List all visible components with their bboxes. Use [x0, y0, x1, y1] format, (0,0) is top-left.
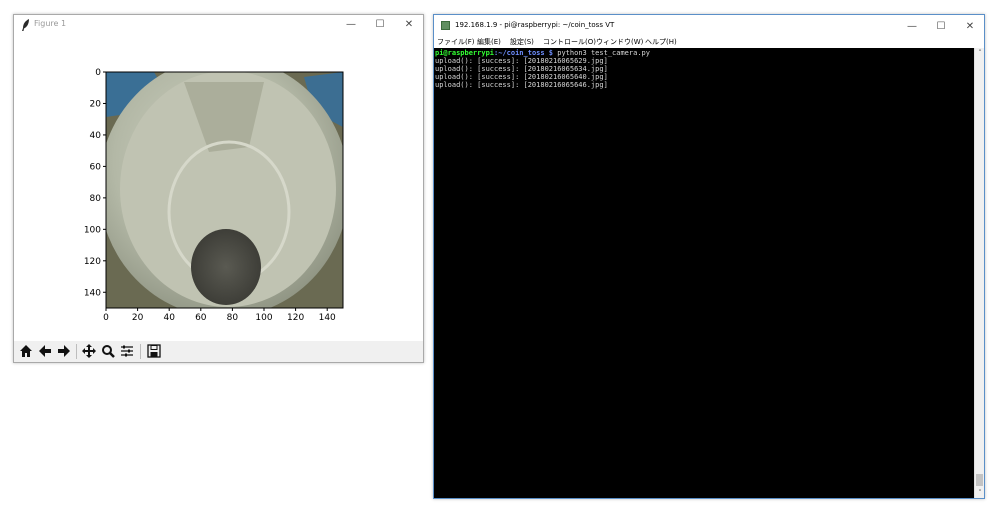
scroll-down-button[interactable]: ˅: [975, 488, 985, 498]
y-tick-label: 100: [84, 225, 101, 235]
back-button[interactable]: [36, 342, 54, 360]
terminal-screen[interactable]: pi@raspberrypi:~/coin_toss $ python3 tes…: [434, 48, 974, 498]
pan-button[interactable]: [80, 342, 98, 360]
y-tick-label: 0: [95, 68, 101, 78]
output-line: upload(): [success]: [20180216065629.jpg…: [435, 57, 608, 65]
menu-control[interactable]: コントロール(O): [543, 37, 596, 48]
configure-subplots-button[interactable]: [118, 342, 136, 360]
pan-icon: [82, 344, 96, 358]
prompt-command: python3 test_camera.py: [553, 49, 650, 57]
zoom-button[interactable]: [99, 342, 117, 360]
close-button[interactable]: ✕: [394, 15, 424, 35]
navigation-toolbar: [14, 341, 423, 362]
prompt-line: pi@raspberrypi:~/coin_toss $ python3 tes…: [435, 49, 650, 57]
x-tick-label: 20: [132, 313, 144, 323]
y-axis: 0 20 40 60 80 100 120 140: [84, 68, 106, 298]
menu-setup[interactable]: 設定(S): [510, 37, 534, 48]
camera-image: [106, 72, 343, 308]
menu-edit[interactable]: 編集(E): [477, 37, 501, 48]
toolbar-separator: [140, 344, 141, 359]
y-tick-label: 40: [90, 131, 102, 141]
output-line: upload(): [success]: [20180216065646.jpg…: [435, 81, 608, 89]
menu-window[interactable]: ウィンドウ(W): [596, 37, 643, 48]
output-line: upload(): [success]: [20180216065640.jpg…: [435, 73, 608, 81]
prompt-user: pi@raspberrypi: [435, 49, 495, 57]
toolbar-separator: [76, 344, 77, 359]
figure-title: Figure 1: [34, 19, 67, 28]
back-arrow-icon: [39, 345, 51, 357]
home-icon: [20, 345, 32, 357]
feather-icon: [22, 19, 29, 31]
vertical-scrollbar[interactable]: ˄ ˅: [974, 48, 984, 498]
x-tick-label: 100: [255, 313, 272, 323]
menu-help[interactable]: ヘルプ(H): [645, 37, 677, 48]
plot-canvas[interactable]: 0 20 40 60 80 100 120 140 0 20 40 60 80 100 120 140: [14, 37, 423, 342]
x-tick-label: 80: [227, 313, 239, 323]
zoom-icon: [102, 345, 115, 358]
y-tick-label: 120: [84, 257, 101, 267]
terminal-window: 192.168.1.9 - pi@raspberrypi: ~/coin_tos…: [433, 14, 985, 499]
x-tick-label: 140: [319, 313, 336, 323]
y-tick-label: 20: [90, 99, 102, 109]
x-tick-label: 0: [103, 313, 109, 323]
y-tick-label: 60: [90, 162, 102, 172]
terminal-titlebar[interactable]: 192.168.1.9 - pi@raspberrypi: ~/coin_tos…: [434, 15, 984, 37]
y-tick-label: 80: [90, 194, 102, 204]
home-button[interactable]: [17, 342, 35, 360]
terminal-app-icon: [441, 21, 450, 30]
prompt-path: :~/coin_toss $: [494, 49, 554, 57]
save-icon: [147, 344, 161, 358]
save-button[interactable]: [145, 342, 163, 360]
forward-button[interactable]: [55, 342, 73, 360]
minimize-button[interactable]: —: [897, 17, 927, 37]
x-tick-label: 120: [287, 313, 304, 323]
scroll-thumb[interactable]: [976, 474, 983, 486]
y-tick-label: 140: [84, 288, 101, 298]
scroll-up-button[interactable]: ˄: [975, 48, 985, 58]
close-button[interactable]: ✕: [955, 17, 985, 37]
x-tick-label: 60: [195, 313, 207, 323]
x-tick-label: 40: [163, 313, 175, 323]
minimize-button[interactable]: —: [336, 15, 366, 35]
menu-bar: ファイル(F) 編集(E) 設定(S) コントロール(O) ウィンドウ(W) ヘ…: [434, 37, 984, 48]
configure-subplots-icon: [121, 345, 133, 357]
figure-window: Figure 1 — ☐ ✕ 0 20 40 60 80 100 120 140…: [13, 14, 424, 363]
forward-arrow-icon: [58, 345, 70, 357]
maximize-button[interactable]: ☐: [365, 15, 395, 35]
maximize-button[interactable]: ☐: [926, 17, 956, 37]
terminal-title: 192.168.1.9 - pi@raspberrypi: ~/coin_tos…: [455, 21, 615, 29]
output-line: upload(): [success]: [20180216065634.jpg…: [435, 65, 608, 73]
x-axis: 0 20 40 60 80 100 120 140: [103, 308, 336, 323]
figure-titlebar[interactable]: Figure 1 — ☐ ✕: [14, 15, 423, 37]
menu-file[interactable]: ファイル(F): [437, 37, 475, 48]
